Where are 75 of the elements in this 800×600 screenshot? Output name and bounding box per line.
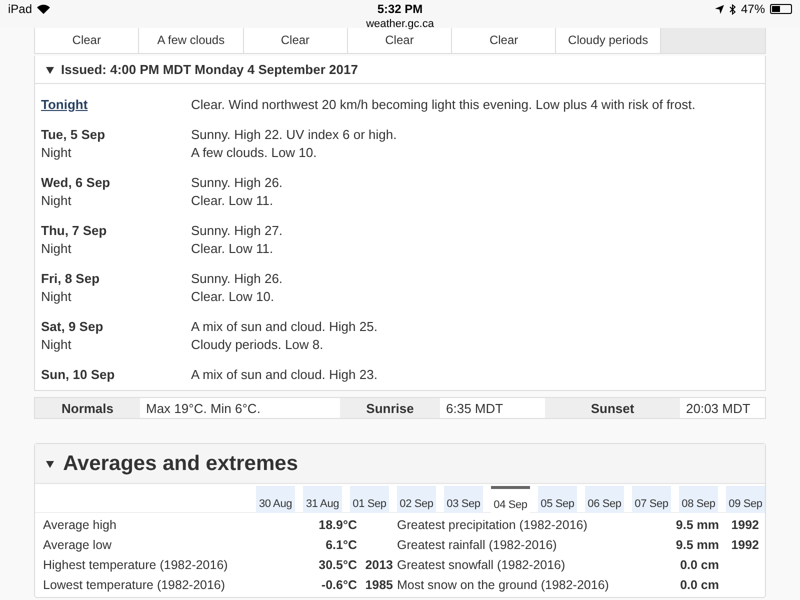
forecast-text: Sunny. High 26. <box>191 270 284 288</box>
stat-year: 2013 <box>364 557 394 573</box>
caret-icon[interactable] <box>45 458 55 468</box>
forecast-text: A mix of sun and cloud. High 23. <box>191 366 378 384</box>
stat-label: Average high <box>43 517 118 533</box>
forecast-text: Clear. Low 11. <box>191 192 274 210</box>
forecast-text: Sunny. High 26. <box>191 174 284 192</box>
stat-label: Greatest snowfall (1982-2016) <box>397 557 566 573</box>
period-label: Sun, 10 Sep <box>41 366 116 384</box>
issued-heading: Issued: 4:00 PM MDT Monday 4 September 2017 <box>61 62 358 77</box>
forecast-text: A mix of sun and cloud. High 25. <box>191 318 378 336</box>
date-tab[interactable]: 08 Sep <box>679 486 718 513</box>
period-label: Tue, 5 Sep <box>41 126 106 144</box>
date-tab[interactable]: 01 Sep <box>350 486 389 513</box>
normals-label: Sunrise <box>340 398 440 418</box>
url-text[interactable]: weather.gc.ca <box>366 18 434 30</box>
date-tab[interactable]: 02 Sep <box>397 486 436 513</box>
period-label: Sat, 9 Sep <box>41 318 104 336</box>
forecast-text: Clear. Low 11. <box>191 240 274 258</box>
date-tab[interactable]: 31 Aug <box>303 486 342 513</box>
forecast-text: Clear. Low 10. <box>191 288 276 306</box>
forecast-text: Cloudy periods. Low 8. <box>191 336 324 354</box>
condition-cell: Clear <box>244 28 348 53</box>
period-label: Fri, 8 Sep <box>41 270 101 288</box>
caret-icon[interactable] <box>45 64 55 74</box>
normals-label: Sunset <box>545 398 680 418</box>
condition-cell: Clear <box>35 28 140 53</box>
date-tab[interactable]: 05 Sep <box>538 486 577 513</box>
stat-value: 9.5 mm <box>674 537 719 553</box>
stat-value: -0.6°C <box>320 577 357 593</box>
device-name: iPad <box>8 2 32 16</box>
period-label: Night <box>41 192 72 210</box>
period-link[interactable]: Tonight <box>41 96 88 114</box>
stat-label: Highest temperature (1982-2016) <box>43 557 229 573</box>
stat-value: 18.9°C <box>318 517 357 533</box>
period-label: Night <box>41 144 72 162</box>
condition-cell: Clear <box>452 28 556 53</box>
section-title: Averages and extremes <box>63 452 298 476</box>
bluetooth-icon <box>728 4 736 14</box>
stat-value: 30.5°C <box>318 557 357 573</box>
date-tab[interactable]: 07 Sep <box>632 486 671 513</box>
wifi-icon <box>37 4 50 14</box>
stat-year: 1992 <box>730 517 760 533</box>
date-tab[interactable]: 30 Aug <box>256 486 295 513</box>
forecast-text: Clear. Wind northwest 20 km/h becoming light this evening. Low plus 4 with risk of frost. <box>191 96 696 114</box>
period-label: Night <box>41 336 72 354</box>
condition-cell: A few clouds <box>139 28 244 53</box>
stat-value: 0.0 cm <box>679 577 719 593</box>
stat-value: 0.0 cm <box>679 557 719 573</box>
forecast-text: A few clouds. Low 10. <box>191 144 318 162</box>
period-label: Night <box>41 240 72 258</box>
stat-label: Greatest precipitation (1982-2016) <box>397 517 588 533</box>
period-label: Night <box>41 288 72 306</box>
battery-percent: 47% <box>740 2 765 16</box>
forecast-text: Sunny. High 27. <box>191 222 284 240</box>
date-tab[interactable]: 03 Sep <box>444 486 483 513</box>
condition-cell: Clear <box>348 28 452 53</box>
normals-label: Normals <box>35 398 140 418</box>
forecast-text: Sunny. High 22. UV index 6 or high. <box>191 126 398 144</box>
stat-value: 6.1°C <box>324 537 357 553</box>
stat-year: 1992 <box>730 537 760 553</box>
date-tab[interactable]: 09 Sep <box>726 486 765 513</box>
battery-icon <box>770 4 792 14</box>
stat-label: Greatest rainfall (1982-2016) <box>397 537 558 553</box>
clock-time: 5:32 PM <box>377 2 423 16</box>
period-label: Thu, 7 Sep <box>41 222 108 240</box>
stat-label: Average low <box>43 537 113 553</box>
location-arrow-icon <box>714 4 724 14</box>
stat-label: Most snow on the ground (1982-2016) <box>397 577 610 593</box>
stat-value: 9.5 mm <box>674 517 719 533</box>
stat-label: Lowest temperature (1982-2016) <box>43 577 226 593</box>
date-tab[interactable]: 04 Sep <box>491 486 530 513</box>
date-tab[interactable]: 06 Sep <box>585 486 624 513</box>
stat-year: 1985 <box>364 577 394 593</box>
period-label: Wed, 6 Sep <box>41 174 112 192</box>
